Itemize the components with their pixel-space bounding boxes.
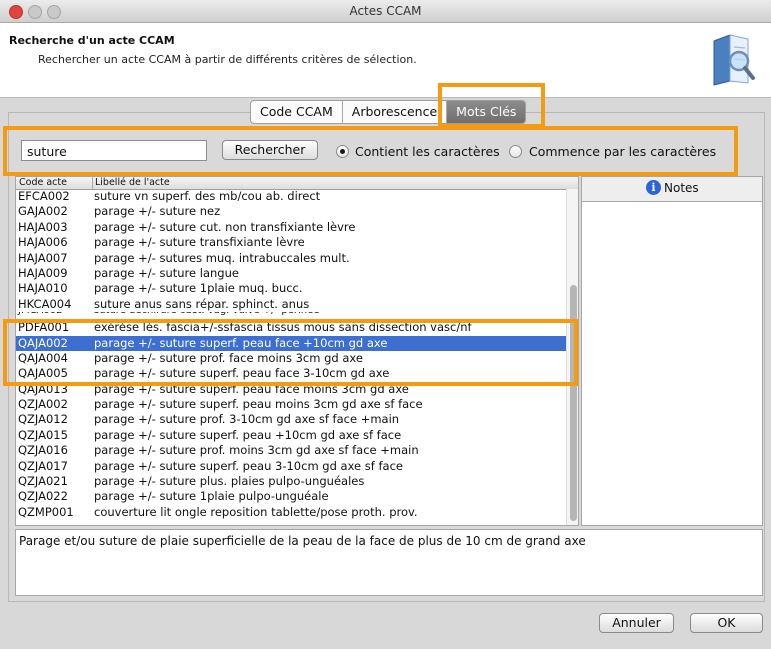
row-label: parage +/- suture nez — [94, 204, 221, 219]
window-title: Actes CCAM — [349, 4, 422, 18]
notes-header: i Notes — [582, 177, 762, 202]
table-row[interactable]: QZJA015 parage +/- suture superf. peau +1… — [16, 428, 567, 443]
row-code: QZJA022 — [18, 489, 68, 504]
row-label: suture vn superf. des mb/cou ab. direct — [94, 189, 321, 203]
row-label: parage +/- suture 1plaie pulpo-unguéale — [94, 489, 329, 504]
row-code: QZJA002 — [18, 397, 68, 412]
row-code: HAJA010 — [18, 281, 68, 296]
row-label: suture déchirure obst. vag. vulve +/- pé… — [94, 312, 319, 316]
column-divider — [92, 177, 93, 189]
row-label: parage +/- suture langue — [94, 265, 239, 280]
row-code: QZJA015 — [18, 427, 68, 442]
header-title: Recherche d'un acte CCAM — [9, 34, 175, 47]
ok-button[interactable]: OK — [690, 613, 763, 633]
tab-arborescence[interactable]: Arborescence — [343, 101, 448, 123]
table-row[interactable]: QZJA021 parage +/- suture plus. plaies pu… — [16, 474, 567, 489]
row-label: parage +/- suture superf. peau moins 3cm… — [94, 397, 423, 412]
row-code: QZJA016 — [18, 443, 68, 458]
row-code: JMCA002 — [18, 312, 63, 316]
row-label: parage +/- suture transfixiante lèvre — [94, 235, 305, 250]
table-row[interactable]: EFCA002 suture vn superf. des mb/cou ab. … — [16, 189, 567, 204]
row-label: couverture lit ongle reposition tablette… — [94, 504, 418, 519]
column-header-label[interactable]: Libellé de l'acte — [95, 177, 170, 189]
row-label: suture anus sans répar. sphinct. anus — [94, 296, 310, 311]
table-row[interactable]: HAJA010 parage +/- suture 1plaie muq. buc… — [16, 281, 567, 296]
row-code: QZJA017 — [18, 458, 68, 473]
table-row[interactable]: HAJA007 parage +/- sutures muq. intrabucc… — [16, 251, 567, 266]
notes-panel: i Notes — [581, 176, 763, 526]
row-label: parage +/- suture 1plaie muq. bucc. — [94, 281, 303, 296]
title-bar: Actes CCAM — [0, 0, 771, 23]
row-label: parage +/- suture superf. peau +10cm gd … — [94, 427, 402, 442]
highlight-rows-annotation — [3, 319, 578, 386]
row-code: QZMP001 — [18, 504, 74, 519]
highlight-search-annotation — [3, 126, 738, 176]
table-row[interactable]: HAJA009 parage +/- suture langue — [16, 266, 567, 281]
header-subtitle: Rechercher un acte CCAM à partir de diff… — [38, 53, 417, 66]
row-label: parage +/- suture prof. moins 3cm gd axe… — [94, 443, 419, 458]
table-row[interactable]: QZJA016 parage +/- suture prof. moins 3cm… — [16, 443, 567, 458]
row-code: QZJA021 — [18, 474, 68, 489]
dialog-header: Recherche d'un acte CCAM Rechercher un a… — [0, 23, 771, 98]
act-description: Parage et/ou suture de plaie superficiel… — [15, 529, 763, 596]
row-code: HAJA009 — [18, 265, 68, 280]
row-code: EFCA002 — [18, 189, 70, 203]
tab-code-ccam[interactable]: Code CCAM — [251, 101, 343, 123]
row-code: HAJA003 — [18, 219, 68, 234]
row-code: GAJA002 — [18, 204, 68, 219]
table-row[interactable]: QZMP001 couverture lit ongle reposition t… — [16, 505, 567, 520]
row-code: HAJA006 — [18, 235, 68, 250]
column-header-code[interactable]: Code acte — [19, 177, 67, 189]
notes-label: Notes — [664, 181, 699, 195]
table-row[interactable]: QZJA022 parage +/- suture 1plaie pulpo-un… — [16, 489, 567, 504]
highlight-tab-annotation — [438, 83, 545, 128]
info-icon: i — [646, 180, 661, 195]
row-code: QZJA012 — [18, 412, 68, 427]
table-row[interactable]: QZJA012 parage +/- suture prof. 3-10cm gd… — [16, 412, 567, 427]
row-label: parage +/- sutures muq. intrabuccales mu… — [94, 250, 350, 265]
row-label: parage +/- suture cut. non transfixiante… — [94, 219, 356, 234]
search-document-icon — [713, 34, 755, 86]
row-code: HAJA007 — [18, 250, 68, 265]
table-row[interactable]: QZJA002 parage +/- suture superf. peau mo… — [16, 397, 567, 412]
cancel-button[interactable]: Annuler — [599, 613, 674, 633]
table-row[interactable]: HAJA003 parage +/- suture cut. non transf… — [16, 220, 567, 235]
table-row[interactable]: HKCA004 suture anus sans répar. sphinct. … — [16, 297, 567, 312]
row-label: parage +/- suture superf. peau 3-10cm gd… — [94, 458, 403, 473]
table-row[interactable]: HAJA006 parage +/- suture transfixiante l… — [16, 235, 567, 250]
row-label: parage +/- suture prof. 3-10cm gd axe sf… — [94, 412, 400, 427]
table-row[interactable]: GAJA002 parage +/- suture nez — [16, 204, 567, 219]
row-code: HKCA004 — [18, 296, 72, 311]
table-row[interactable]: QZJA017 parage +/- suture superf. peau 3-… — [16, 459, 567, 474]
row-label: parage +/- suture plus. plaies pulpo-ung… — [94, 474, 365, 489]
